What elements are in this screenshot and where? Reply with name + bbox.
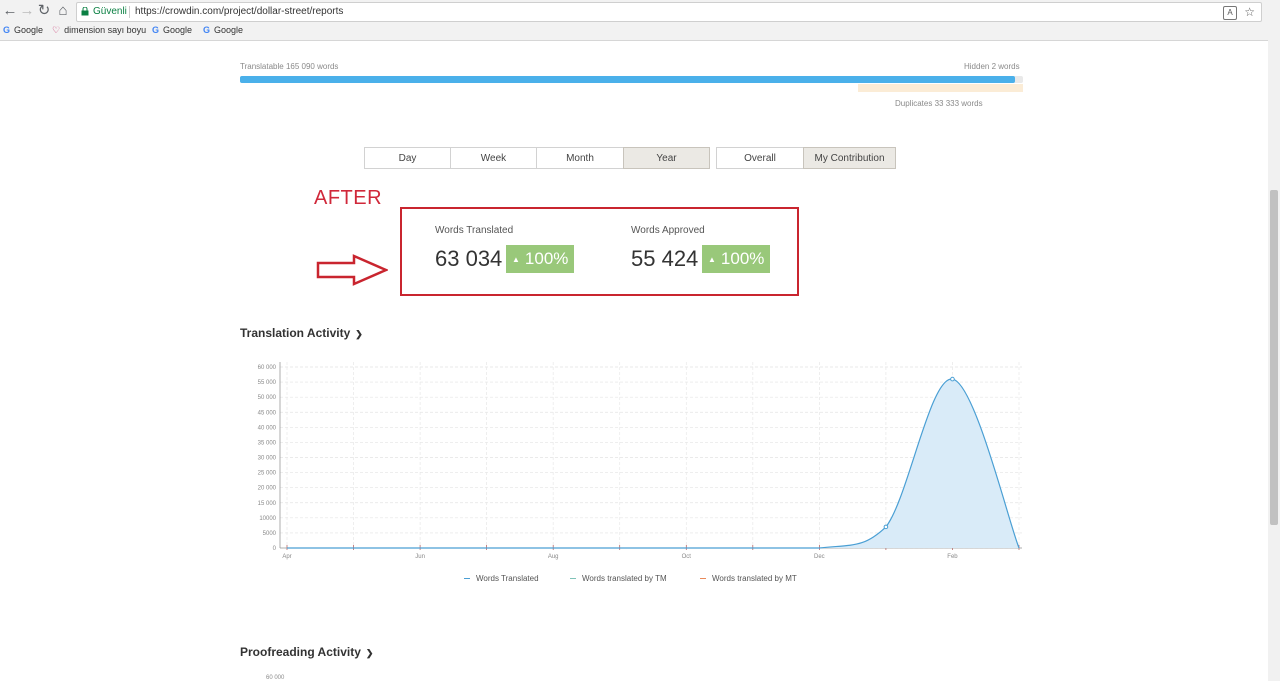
proofreading-partial-tick: 60 000	[266, 675, 285, 681]
secure-label: Güvenli	[93, 6, 127, 17]
legend-label: Words Translated	[476, 574, 539, 583]
period-year-button[interactable]: Year	[623, 147, 710, 169]
proofreading-activity-title: Proofreading Activity	[240, 645, 361, 659]
y-tick-label: 50 000	[258, 395, 277, 401]
scroll-thumb[interactable]	[1270, 190, 1278, 525]
hidden-words-label: Hidden 2 words	[964, 62, 1020, 71]
triangle-up-icon: ▲	[708, 254, 716, 264]
legend-swatch	[700, 578, 706, 580]
translation-activity-toggle[interactable]: Translation Activity ❯	[240, 326, 363, 340]
bookmark-dimension[interactable]: ♡ dimension sayı boyu	[52, 22, 146, 38]
proofreading-activity-toggle[interactable]: Proofreading Activity ❯	[240, 645, 373, 659]
lock-icon	[81, 7, 89, 16]
x-tick-label: Oct	[682, 554, 692, 560]
bookmark-label: Google	[163, 25, 193, 35]
url-text[interactable]: https://crowdin.com/project/dollar-stree…	[135, 3, 343, 21]
stats-highlight-box: Words Translated 63 034 ▲ 100% Words Appr…	[400, 207, 799, 296]
period-week-button[interactable]: Week	[450, 147, 537, 169]
google-icon: G	[152, 25, 160, 35]
x-tick-label: Apr	[282, 554, 291, 560]
bookmark-label: dimension sayı boyu	[64, 25, 147, 35]
bookmark-label: Google	[214, 25, 244, 35]
data-point	[950, 376, 955, 382]
legend-swatch	[464, 578, 470, 580]
x-tick-label: Dec	[814, 554, 825, 560]
dimension-icon: ♡	[52, 25, 61, 35]
translation-progress-bar	[240, 76, 1023, 83]
legend-item-words-mt[interactable]: Words translated by MT	[700, 574, 797, 583]
legend-item-words-tm[interactable]: Words translated by TM	[570, 574, 667, 583]
period-month-button[interactable]: Month	[536, 147, 624, 169]
legend-label: Words translated by MT	[712, 574, 797, 583]
url-separator	[129, 6, 130, 18]
bookmark-google[interactable]: G Google	[3, 22, 43, 38]
words-translated-badge: ▲ 100%	[506, 245, 575, 273]
y-tick-label: 20 000	[258, 486, 277, 492]
words-approved-title: Words Approved	[631, 225, 705, 236]
page-scrollbar[interactable]	[1268, 40, 1280, 681]
back-icon[interactable]: ←	[2, 3, 18, 19]
star-icon[interactable]: ☆	[1244, 3, 1255, 21]
x-tick-label: Feb	[947, 554, 958, 560]
legend-label: Words translated by TM	[582, 574, 667, 583]
translation-progress-fill	[240, 76, 1016, 83]
google-icon: G	[3, 25, 11, 35]
scope-my-contribution-button[interactable]: My Contribution	[803, 147, 896, 169]
y-tick-label: 35 000	[258, 440, 277, 446]
after-annotation-label: AFTER	[314, 187, 383, 209]
chevron-down-icon: ❯	[365, 648, 374, 658]
duplicates-band	[858, 84, 1023, 92]
triangle-up-icon: ▲	[512, 254, 520, 264]
home-icon[interactable]: ⌂	[55, 3, 71, 19]
chevron-down-icon: ❯	[355, 329, 363, 339]
translation-activity-chart: 0 5000 10000 15 000 20 000 25 000 30 000 35 000…	[258, 362, 1022, 560]
address-bar[interactable]: Güvenli https://crowdin.com/project/doll…	[76, 2, 1262, 22]
reload-icon[interactable]: ↻	[36, 3, 52, 19]
bookmark-google[interactable]: G Google	[152, 22, 192, 38]
scope-overall-button[interactable]: Overall	[716, 147, 804, 169]
x-tick-label: Jun	[415, 554, 425, 560]
y-tick-label: 60 000	[258, 365, 277, 371]
y-tick-label: 45 000	[258, 410, 277, 416]
bookmark-label: Google	[14, 25, 44, 35]
y-tick-label: 30 000	[258, 456, 277, 462]
bookmark-google[interactable]: G Google	[203, 22, 243, 38]
y-tick-label: 40 000	[258, 425, 277, 431]
y-tick-label: 15 000	[258, 501, 277, 507]
words-approved-value: 55 424	[631, 246, 699, 271]
words-translated-percent: 100%	[524, 249, 569, 268]
x-tick-label: Aug	[548, 554, 559, 560]
y-tick-label: 5000	[263, 531, 277, 537]
y-tick-label: 10000	[259, 516, 276, 522]
arrow-right-icon	[316, 254, 388, 286]
words-approved-percent: 100%	[720, 249, 765, 268]
browser-chrome: ← → ↻ ⌂ Güvenli https://crowdin.com/proj…	[0, 0, 1280, 41]
legend-swatch	[570, 578, 576, 580]
series-area-words-translated	[287, 378, 1019, 548]
legend-item-words-translated[interactable]: Words Translated	[464, 574, 539, 583]
translation-activity-title: Translation Activity	[240, 326, 351, 340]
period-day-button[interactable]: Day	[364, 147, 451, 169]
y-tick-label: 55 000	[258, 380, 277, 386]
words-translated-title: Words Translated	[435, 225, 514, 236]
google-icon: G	[203, 25, 211, 35]
duplicates-words-label: Duplicates 33 333 words	[895, 99, 983, 108]
translatable-words-label: Translatable 165 090 words	[240, 62, 339, 71]
y-tick-label: 0	[273, 546, 277, 552]
data-point	[883, 524, 889, 530]
translate-icon[interactable]: A	[1223, 6, 1237, 20]
words-approved-badge: ▲ 100%	[702, 245, 771, 273]
forward-icon[interactable]: →	[19, 3, 35, 19]
words-translated-value: 63 034	[435, 246, 503, 271]
y-tick-label: 25 000	[258, 471, 277, 477]
